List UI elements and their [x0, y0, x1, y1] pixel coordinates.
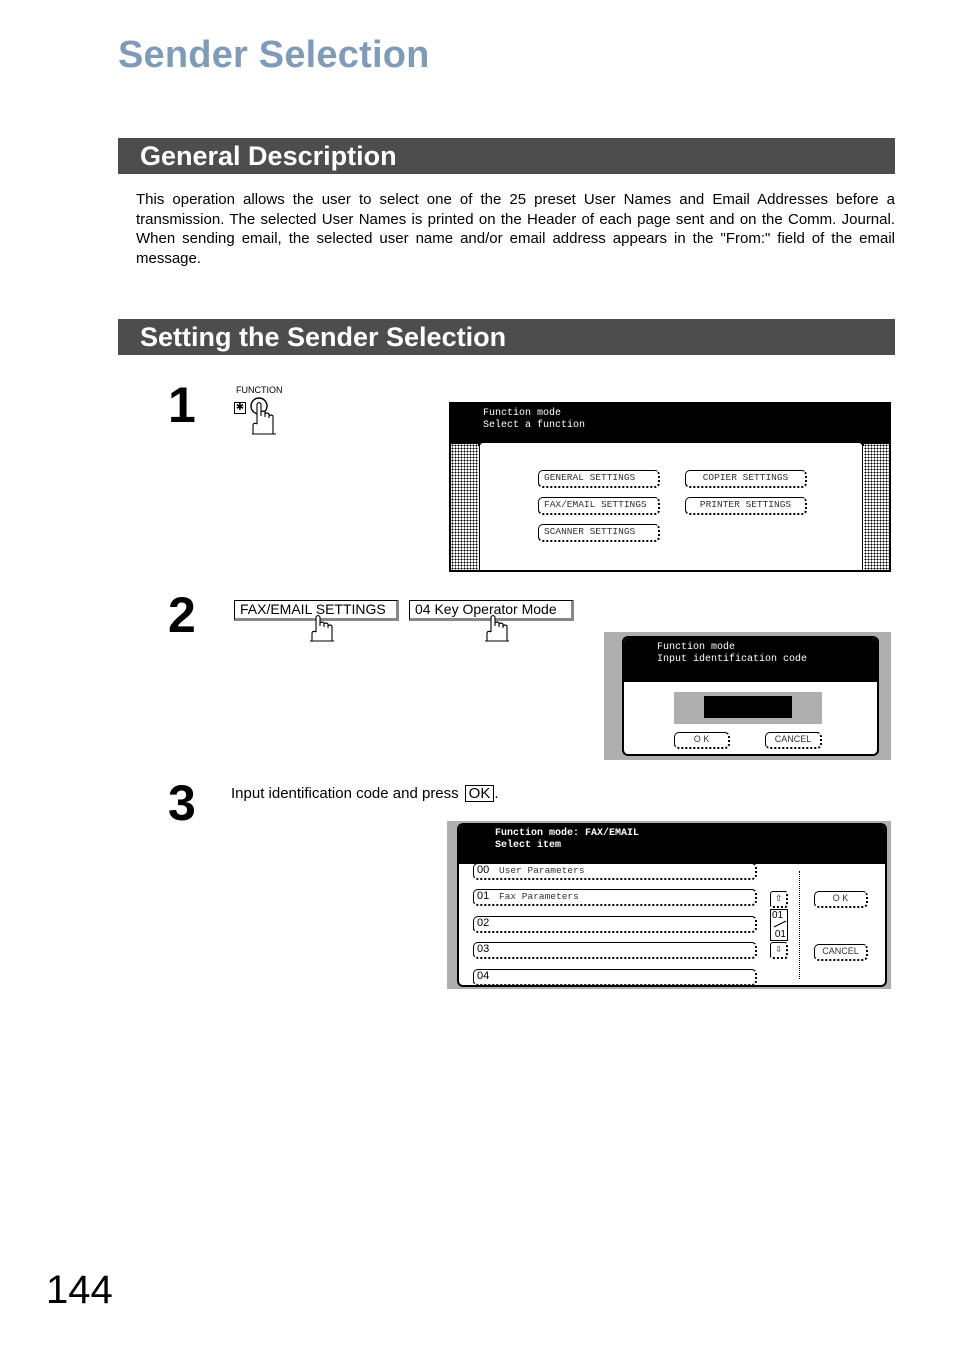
screen-identification-code: Function mode Input identification code … — [622, 636, 879, 756]
screen-select-function: Function mode Select a function GENERAL … — [449, 402, 891, 572]
scroll-up-button[interactable]: ⇧ — [770, 891, 788, 908]
item-number: 03 — [477, 943, 490, 955]
general-settings-button[interactable]: GENERAL SETTINGS — [538, 470, 660, 488]
hand-press-icon — [485, 614, 509, 642]
function-key-hand-press-icon — [250, 397, 276, 435]
screen-header: Function mode Input identification code — [624, 638, 877, 682]
hand-press-icon — [310, 614, 334, 642]
screen-header-line2: Select item — [495, 839, 562, 851]
printer-settings-button[interactable]: PRINTER SETTINGS — [685, 497, 807, 515]
page-total: 01 — [774, 929, 786, 940]
scanner-settings-button[interactable]: SCANNER SETTINGS — [538, 524, 660, 542]
divider — [799, 871, 800, 979]
ok-button[interactable]: O K — [674, 732, 730, 749]
item-04[interactable]: 04 — [473, 969, 757, 985]
screen-header: Function mode Select a function — [451, 404, 889, 446]
function-key-label: FUNCTION — [236, 385, 283, 395]
screen-select-item-frame: Function mode: FAX/EMAIL Select item 00 U… — [447, 821, 891, 989]
item-label: User Parameters — [499, 865, 585, 876]
cancel-button[interactable]: CANCEL — [765, 732, 822, 749]
step-number-2: 2 — [168, 587, 196, 643]
step-number-1: 1 — [168, 377, 196, 433]
screen-header-line1: Function mode — [657, 642, 736, 653]
general-description-text: This operation allows the user to select… — [136, 191, 895, 267]
item-00-user-parameters[interactable]: 00 User Parameters — [473, 863, 757, 880]
section-heading-general-description: General Description — [118, 138, 895, 174]
page-indicator: 01 01 — [770, 909, 788, 941]
step-3-instruction-text: Input identification code and press — [231, 785, 459, 802]
screen-header: Function mode: FAX/EMAIL Select item — [459, 825, 885, 864]
page-divider-slash — [773, 920, 787, 928]
scroll-down-button[interactable]: ⇩ — [770, 942, 788, 959]
item-number: 02 — [477, 917, 490, 929]
copier-settings-button[interactable]: COPIER SETTINGS — [685, 470, 807, 488]
screen-left-pattern — [451, 444, 478, 570]
code-input-frame — [674, 692, 822, 724]
section-heading-setting-sender-selection: Setting the Sender Selection — [118, 319, 895, 355]
page-title: Sender Selection — [118, 34, 430, 76]
step-number-3: 3 — [168, 775, 196, 831]
arrow-down-icon: ⇩ — [775, 944, 782, 956]
screen-right-pattern — [864, 444, 889, 570]
screen-header-line1: Function mode: FAX/EMAIL — [495, 828, 640, 839]
item-03[interactable]: 03 — [473, 942, 757, 959]
ok-key[interactable]: OK — [464, 785, 495, 802]
screen-header-line2: Input identification code — [657, 653, 808, 665]
item-02[interactable]: 02 — [473, 916, 757, 933]
page-number: 144 — [46, 1268, 113, 1312]
item-01-fax-parameters[interactable]: 01 Fax Parameters — [473, 889, 757, 906]
screen-body: GENERAL SETTINGS COPIER SETTINGS FAX/EMA… — [479, 442, 863, 570]
cancel-button[interactable]: CANCEL — [814, 944, 868, 961]
step-3-instruction: Input identification code and press OK. — [231, 785, 499, 802]
step-3-instruction-end: . — [494, 785, 499, 802]
screen-header-line2: Select a function — [483, 419, 586, 431]
screen-header-line1: Function mode — [483, 408, 562, 419]
item-label: Fax Parameters — [499, 891, 579, 902]
function-key-star-icon: ✱ — [234, 402, 246, 414]
arrow-up-icon: ⇧ — [775, 893, 782, 905]
code-input-field[interactable] — [704, 696, 792, 718]
fax-email-settings-button[interactable]: FAX/EMAIL SETTINGS — [538, 497, 660, 515]
item-number: 04 — [477, 970, 490, 982]
ok-button[interactable]: O K — [814, 891, 868, 908]
item-number: 01 — [477, 890, 490, 902]
screen-select-item: Function mode: FAX/EMAIL Select item 00 U… — [457, 823, 887, 987]
item-number: 00 — [477, 864, 490, 876]
screen-identification-code-frame: Function mode Input identification code … — [604, 632, 891, 760]
